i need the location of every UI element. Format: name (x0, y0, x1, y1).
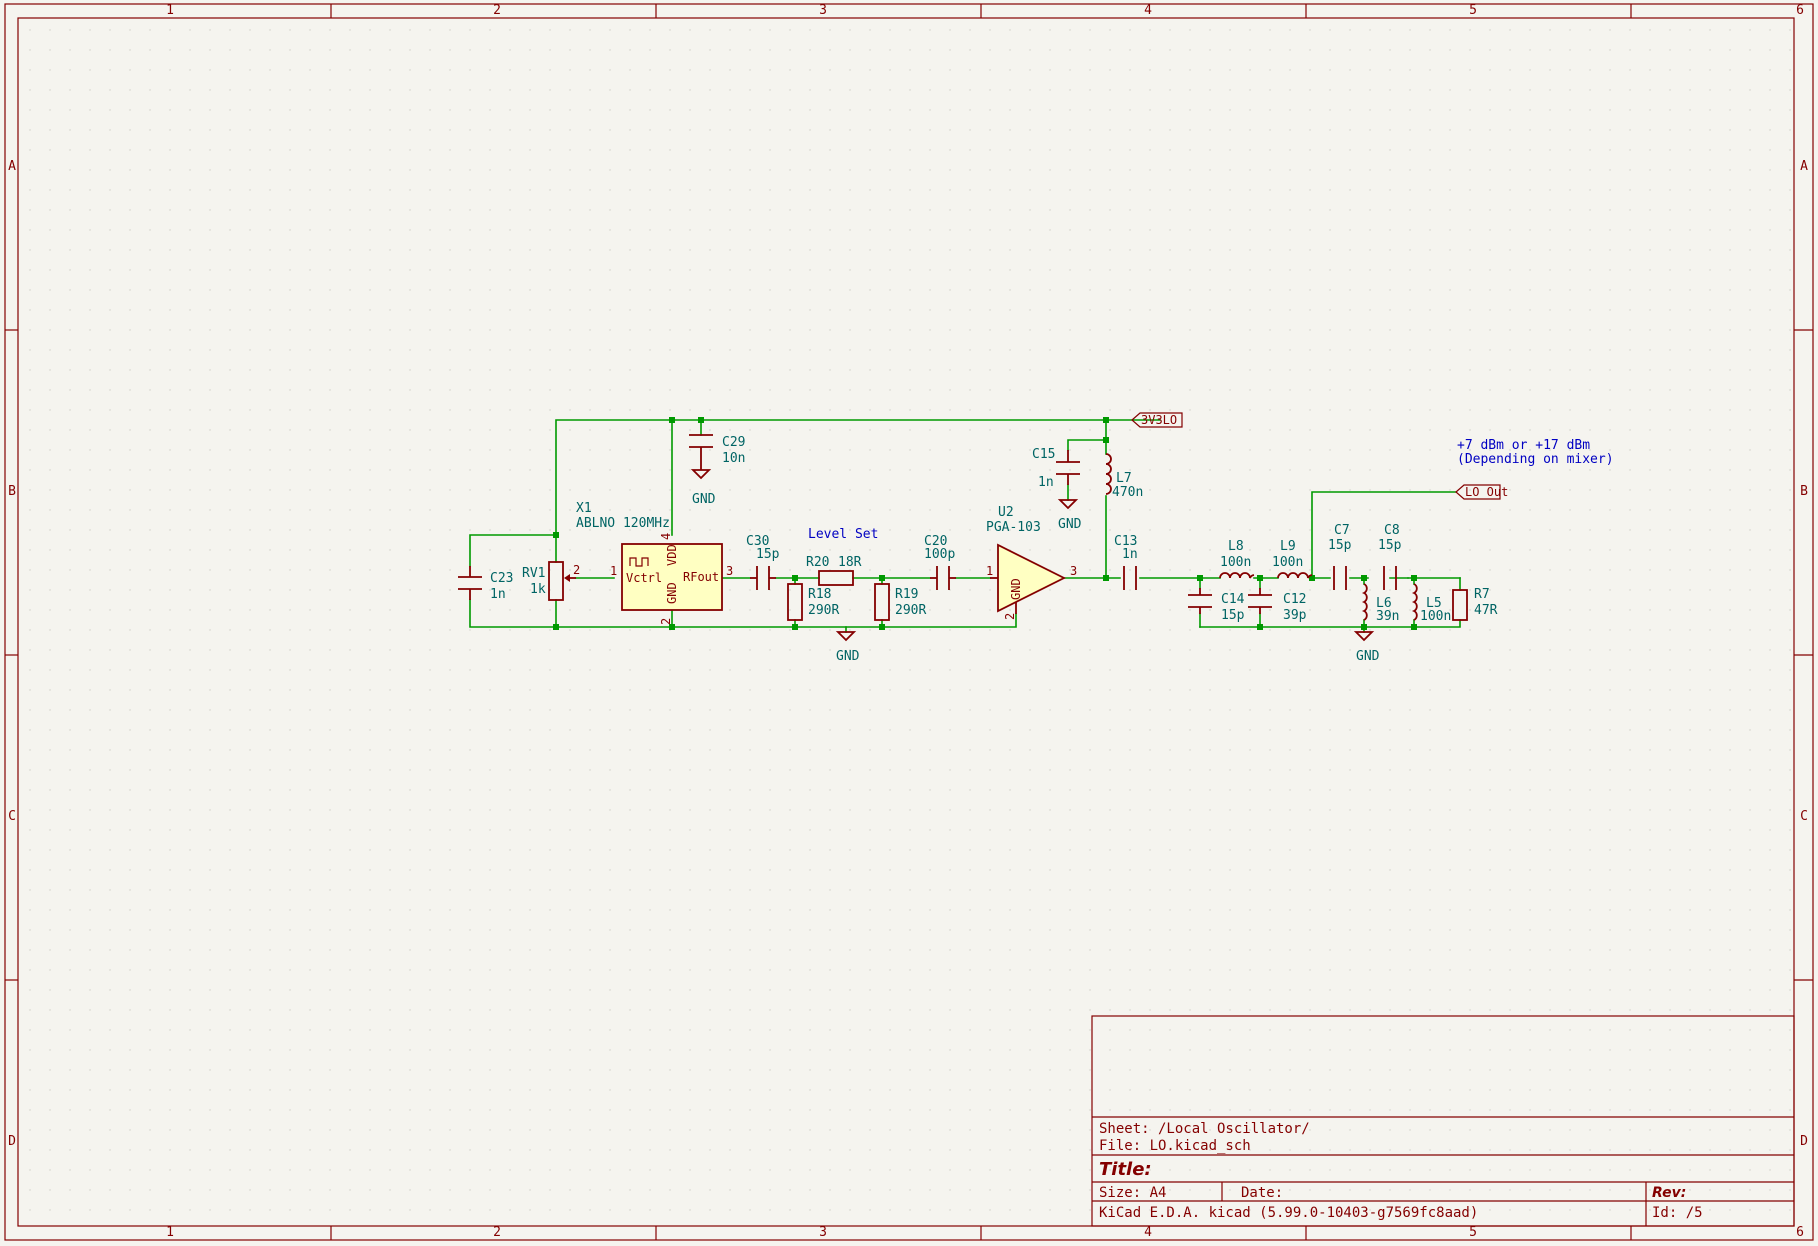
gnd-label: GND (1058, 517, 1082, 532)
u2-pin2: 2 (1003, 613, 1017, 620)
col-label: 6 (1796, 3, 1804, 18)
row-label: B (1800, 484, 1808, 499)
x1-ref: X1 (576, 501, 592, 516)
r20-ref: R20 (806, 555, 829, 570)
c14-value: 15p (1221, 608, 1245, 623)
col-label: 5 (1469, 3, 1477, 18)
l8-value: 100n (1220, 555, 1251, 570)
note-power-line1: +7 dBm or +17 dBm (1457, 438, 1590, 453)
note-power-line2: (Depending on mixer) (1457, 452, 1614, 467)
rv1-pin2: 2 (573, 563, 580, 577)
r19-value: 290R (895, 603, 926, 618)
c20-value: 100p (924, 547, 955, 562)
x1-pin1: 1 (610, 564, 617, 578)
note-level-set: Level Set (808, 527, 878, 542)
l7-ref: L7 (1116, 471, 1132, 486)
rv1-value: 1k (530, 582, 546, 597)
tb-id: Id: /5 (1652, 1205, 1703, 1221)
schematic-sheet: 1 2 3 4 5 6 1 2 3 4 5 6 A B C D A B C D (4, 3, 1814, 1241)
tb-eda: KiCad E.D.A. kicad (5.99.0-10403-g7569fc… (1099, 1205, 1478, 1221)
row-label: A (1800, 159, 1808, 174)
c15-value: 1n (1038, 475, 1054, 490)
l7-value: 470n (1112, 485, 1143, 500)
x1-pin4: 4 (659, 533, 673, 540)
u2-ref: U2 (998, 505, 1014, 520)
col-label: 3 (819, 1225, 827, 1240)
row-label: C (8, 809, 16, 824)
col-label: 3 (819, 3, 827, 18)
gnd-label: GND (692, 492, 716, 507)
tb-size: Size: A4 (1099, 1185, 1166, 1201)
x1-pin-vctrl: Vctrl (626, 571, 662, 585)
u2-pin-gnd: GND (1009, 578, 1023, 600)
c23-ref: C23 (490, 571, 513, 586)
col-label: 2 (493, 1225, 501, 1240)
c30-value: 15p (756, 547, 780, 562)
column-labels-top: 1 2 3 4 5 6 (166, 3, 1804, 18)
tb-sheet: Sheet: /Local Oscillator/ (1099, 1121, 1310, 1137)
r19-ref: R19 (895, 587, 918, 602)
c15-ref: C15 (1032, 447, 1055, 462)
r7-value: 47R (1474, 603, 1498, 618)
col-label: 4 (1144, 1225, 1152, 1240)
c13-value: 1n (1122, 547, 1138, 562)
col-label: 5 (1469, 1225, 1477, 1240)
col-label: 4 (1144, 3, 1152, 18)
row-label: D (8, 1134, 16, 1149)
x1-pin-vdd: VDD (665, 544, 679, 566)
x1-pin2: 2 (659, 618, 673, 625)
row-label: B (8, 484, 16, 499)
u2-pin1: 1 (986, 564, 993, 578)
net-label-lo-out-text: LO_Out (1465, 485, 1508, 499)
c23-value: 1n (490, 587, 506, 602)
c29-ref: C29 (722, 435, 745, 450)
c8-value: 15p (1378, 538, 1402, 553)
col-label: 2 (493, 3, 501, 18)
r7-ref: R7 (1474, 587, 1490, 602)
c8-ref: C8 (1384, 523, 1400, 538)
r18-value: 290R (808, 603, 839, 618)
u2-value: PGA-103 (986, 520, 1041, 535)
col-label: 1 (166, 3, 174, 18)
c14-ref: C14 (1221, 592, 1245, 607)
c7-value: 15p (1328, 538, 1352, 553)
l8-ref: L8 (1228, 539, 1244, 554)
x1-pin-rfout: RFout (683, 570, 719, 584)
x1-pin-gnd: GND (665, 582, 679, 604)
row-label: D (1800, 1134, 1808, 1149)
col-label: 6 (1796, 1225, 1804, 1240)
c12-ref: C12 (1283, 592, 1306, 607)
c29-value: 10n (722, 451, 745, 466)
gnd-label: GND (836, 649, 860, 664)
c12-value: 39p (1283, 608, 1307, 623)
col-label: 1 (166, 1225, 174, 1240)
l5-value: 100n (1420, 609, 1451, 624)
row-label: A (8, 159, 16, 174)
c7-ref: C7 (1334, 523, 1350, 538)
row-label: C (1800, 809, 1808, 824)
l6-value: 39n (1376, 609, 1399, 624)
r18-ref: R18 (808, 587, 831, 602)
l9-value: 100n (1272, 555, 1303, 570)
column-labels-bottom: 1 2 3 4 5 6 (166, 1225, 1804, 1240)
x1-pin3: 3 (726, 564, 733, 578)
net-label-3v3lo-text: 3V3LO (1141, 413, 1177, 427)
l9-ref: L9 (1280, 539, 1296, 554)
u2-pin3: 3 (1070, 564, 1077, 578)
tb-file: File: LO.kicad_sch (1099, 1138, 1251, 1154)
x1-value: ABLNO 120MHz (576, 516, 670, 531)
tb-date: Date: (1241, 1185, 1283, 1201)
gnd-label: GND (1356, 649, 1380, 664)
rv1-ref: RV1 (522, 566, 545, 581)
tb-rev: Rev: (1652, 1185, 1686, 1201)
r20-value: 18R (838, 555, 862, 570)
tb-title: Title: (1099, 1159, 1152, 1180)
